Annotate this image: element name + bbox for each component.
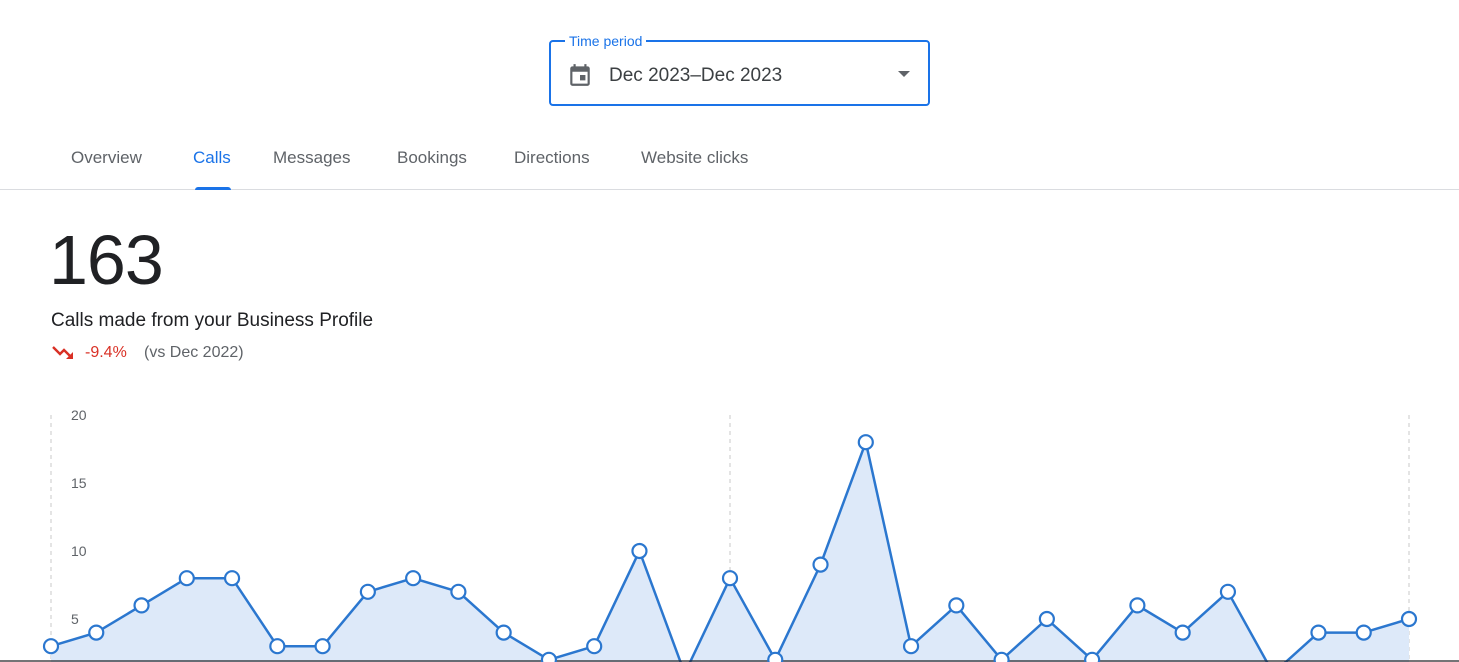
change-comparison: (vs Dec 2022) <box>144 344 244 361</box>
trending-down-icon <box>52 346 73 359</box>
data-point <box>1174 624 1191 641</box>
data-point <box>1400 610 1418 628</box>
data-point <box>993 651 1010 662</box>
change-percent: -9.4% <box>85 344 127 361</box>
active-tab-indicator <box>195 187 231 190</box>
data-point <box>812 556 829 573</box>
data-point <box>1219 583 1237 600</box>
data-point <box>1355 624 1372 641</box>
y-tick-label: 15 <box>71 475 87 491</box>
data-point <box>948 597 965 614</box>
y-tick-label: 20 <box>71 407 87 423</box>
metric-value: 163 <box>49 221 164 299</box>
tab-calls[interactable]: Calls <box>193 147 231 169</box>
data-point <box>586 638 603 655</box>
data-point <box>1310 624 1327 641</box>
data-point <box>1038 610 1055 628</box>
metric-description: Calls made from your Business Profile <box>51 310 374 331</box>
calendar-icon <box>570 64 590 86</box>
data-point <box>133 597 150 614</box>
data-point <box>857 434 874 451</box>
time-period-legend: Time period <box>565 32 647 50</box>
dropdown-arrow-icon[interactable] <box>898 71 910 77</box>
y-tick-label: 5 <box>71 611 79 627</box>
data-point <box>1129 597 1146 614</box>
data-point <box>405 570 422 587</box>
data-point <box>314 638 331 655</box>
data-point <box>631 542 648 560</box>
data-point <box>178 570 195 587</box>
time-period-value: Dec 2023–Dec 2023 <box>609 65 783 86</box>
data-point <box>1084 651 1101 662</box>
data-point <box>42 638 60 655</box>
data-point <box>88 624 105 641</box>
calls-chart: 5 10 15 20 <box>0 407 1459 662</box>
metric-tabs: Overview Calls Messages Bookings Directi… <box>0 130 1459 190</box>
data-point <box>223 570 241 587</box>
data-point <box>902 638 920 655</box>
data-point <box>540 651 558 662</box>
tab-overview[interactable]: Overview <box>71 147 142 169</box>
tab-directions[interactable]: Directions <box>514 147 590 169</box>
data-point <box>359 583 376 600</box>
data-point <box>450 583 467 600</box>
tab-website-clicks[interactable]: Website clicks <box>641 147 748 169</box>
y-tick-label: 10 <box>71 543 87 559</box>
time-period-select[interactable]: Time period Dec 2023–Dec 2023 <box>549 32 930 106</box>
data-point <box>269 638 286 655</box>
data-point <box>767 651 784 662</box>
tab-bookings[interactable]: Bookings <box>397 147 467 169</box>
data-point <box>721 570 739 587</box>
tab-messages[interactable]: Messages <box>273 147 350 169</box>
data-point <box>495 624 512 641</box>
